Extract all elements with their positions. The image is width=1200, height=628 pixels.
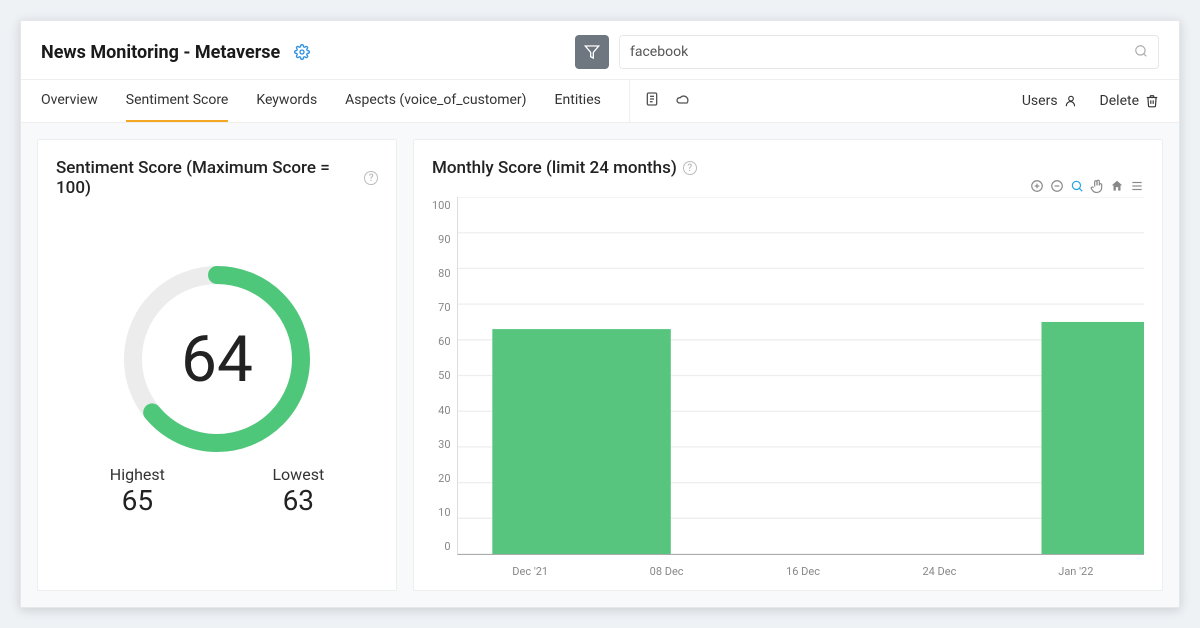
- zoom-area-icon[interactable]: [1070, 178, 1084, 197]
- zoom-in-icon[interactable]: [1030, 178, 1044, 197]
- settings-gear-icon[interactable]: [294, 44, 310, 60]
- help-icon[interactable]: ?: [683, 161, 697, 175]
- highest-stat: Highest 65: [110, 465, 165, 517]
- reset-home-icon[interactable]: [1110, 178, 1124, 197]
- search-input-wrapper: [619, 35, 1159, 69]
- chart-x-axis: Dec '2108 Dec16 Dec24 DecJan '22: [432, 555, 1144, 578]
- search-input[interactable]: [630, 44, 1134, 60]
- tab-entities[interactable]: Entities: [555, 80, 601, 122]
- monthly-score-card: Monthly Score (limit 24 months) ? 100908…: [413, 139, 1163, 591]
- chart-menu-icon[interactable]: [1130, 178, 1144, 197]
- sentiment-gauge: 64: [117, 259, 317, 459]
- tab-aspects[interactable]: Aspects (voice_of_customer): [345, 80, 526, 122]
- chart-y-axis: 1009080706050403020100: [432, 197, 457, 555]
- users-label: Users: [1022, 93, 1058, 109]
- cloud-icon[interactable]: [674, 91, 692, 111]
- monthly-card-title-text: Monthly Score (limit 24 months): [432, 158, 677, 178]
- sentiment-score-card: Sentiment Score (Maximum Score = 100) ? …: [37, 139, 397, 591]
- chart-toolbar: [432, 178, 1144, 197]
- delete-label: Delete: [1100, 93, 1139, 109]
- pan-icon[interactable]: [1090, 178, 1104, 197]
- tab-keywords[interactable]: Keywords: [256, 80, 317, 122]
- sentiment-score-value: 64: [117, 259, 317, 459]
- zoom-out-icon[interactable]: [1050, 178, 1064, 197]
- sentiment-card-title-text: Sentiment Score (Maximum Score = 100): [56, 158, 358, 198]
- tab-overview[interactable]: Overview: [41, 80, 98, 122]
- header: News Monitoring - Metaverse: [21, 21, 1179, 79]
- filter-button[interactable]: [575, 35, 609, 69]
- highest-value: 65: [110, 484, 165, 517]
- tab-bar: Overview Sentiment Score Keywords Aspect…: [21, 79, 1179, 123]
- notes-icon[interactable]: [644, 91, 660, 111]
- users-button[interactable]: Users: [1022, 93, 1078, 109]
- lowest-stat: Lowest 63: [272, 465, 324, 517]
- tab-sentiment-score[interactable]: Sentiment Score: [126, 80, 229, 122]
- page-title: News Monitoring - Metaverse: [41, 42, 280, 63]
- user-icon: [1064, 94, 1078, 108]
- delete-button[interactable]: Delete: [1100, 93, 1159, 109]
- lowest-value: 63: [272, 484, 324, 517]
- tab-icon-group: [629, 80, 692, 122]
- sentiment-card-title: Sentiment Score (Maximum Score = 100) ?: [56, 158, 378, 198]
- search-icon[interactable]: [1134, 43, 1148, 62]
- lowest-label: Lowest: [272, 465, 324, 484]
- highest-label: Highest: [110, 465, 165, 484]
- trash-icon: [1145, 94, 1159, 108]
- help-icon[interactable]: ?: [364, 171, 378, 185]
- monthly-card-title: Monthly Score (limit 24 months) ?: [432, 158, 1144, 178]
- chart-plot-area: [457, 197, 1144, 555]
